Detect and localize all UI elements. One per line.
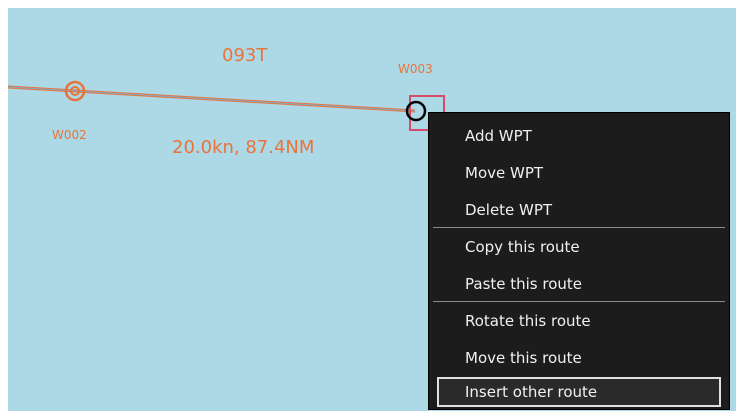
menu-item-insert-other-route[interactable]: Insert other route: [437, 377, 721, 407]
menu-item-add-wpt[interactable]: Add WPT: [437, 121, 721, 151]
menu-separator: [433, 227, 725, 228]
context-menu: Add WPT Move WPT Delete WPT Copy this ro…: [428, 112, 730, 410]
menu-item-move-wpt[interactable]: Move WPT: [437, 158, 721, 188]
waypoint-w003-label: W003: [398, 62, 433, 76]
menu-item-copy-route[interactable]: Copy this route: [437, 232, 721, 262]
route-speed-distance-label: 20.0kn, 87.4NM: [172, 137, 315, 158]
waypoint-w002-label: W002: [52, 128, 87, 142]
menu-item-paste-route[interactable]: Paste this route: [437, 269, 721, 299]
menu-item-delete-wpt[interactable]: Delete WPT: [437, 195, 721, 225]
route-course-label: 093T: [222, 45, 268, 66]
menu-item-move-route[interactable]: Move this route: [437, 343, 721, 373]
menu-item-rotate-route[interactable]: Rotate this route: [437, 306, 721, 336]
menu-separator: [433, 301, 725, 302]
